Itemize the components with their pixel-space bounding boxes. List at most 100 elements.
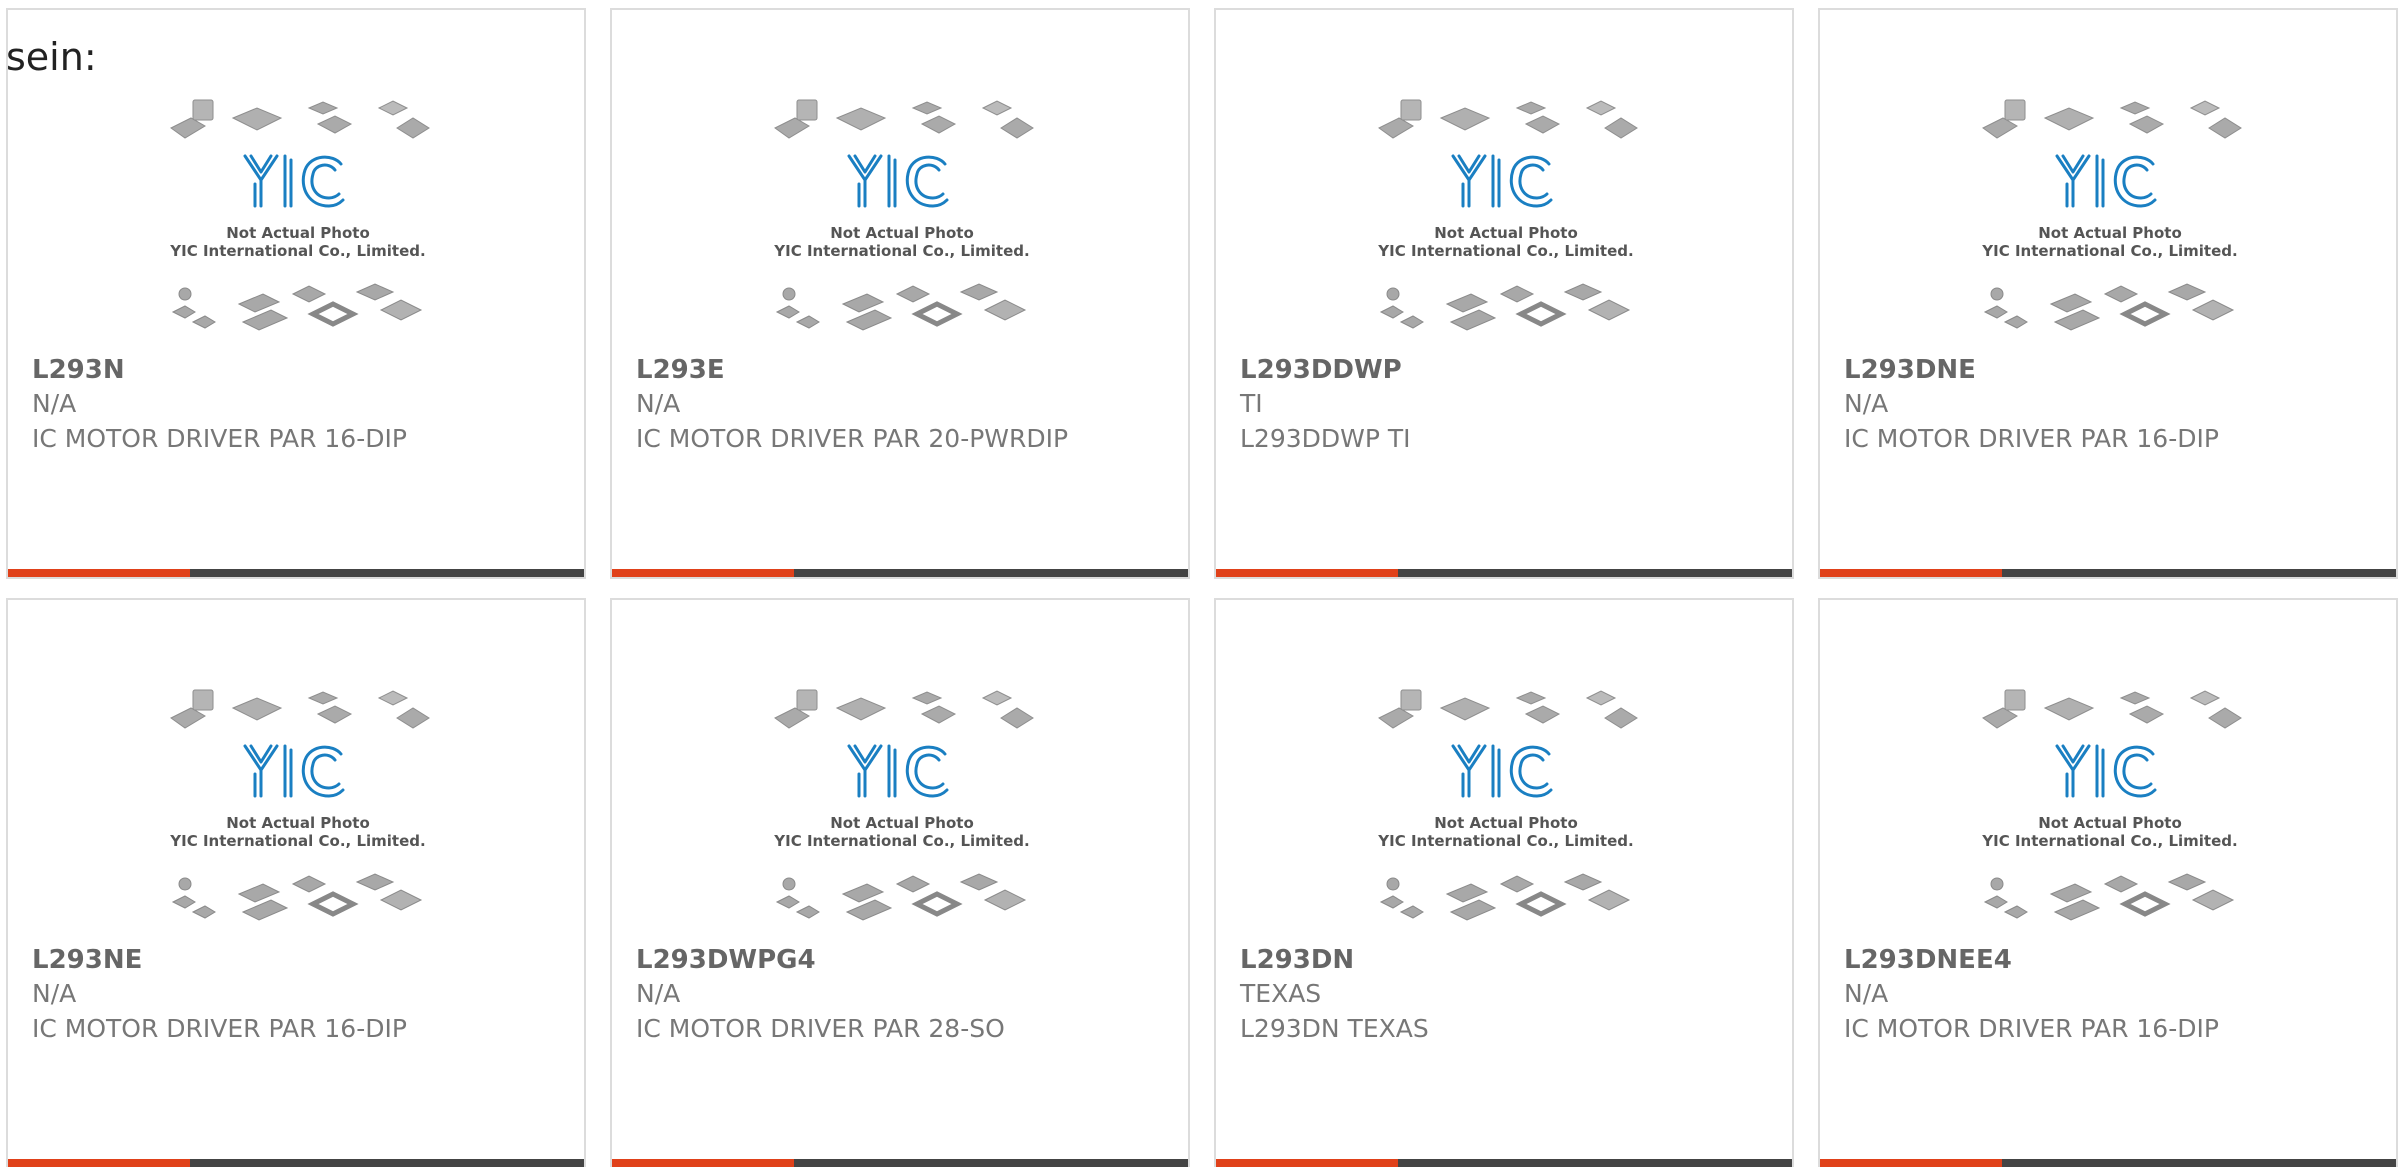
- product-card[interactable]: Not Actual Photo YIC International Co., …: [6, 598, 586, 1167]
- part-number[interactable]: L293E: [636, 354, 725, 388]
- chip-icon: [920, 115, 957, 134]
- placeholder-image: Not Actual Photo YIC International Co., …: [1377, 689, 1638, 921]
- product-card[interactable]: Not Actual Photo YIC International Co., …: [1818, 598, 2398, 1167]
- product-description: IC MOTOR DRIVER PAR 20-PWRDIP: [636, 424, 1069, 453]
- chip-icon: [1515, 101, 1547, 115]
- chip-icon: [1449, 899, 1497, 921]
- chip-icon: [2053, 899, 2101, 921]
- part-number[interactable]: L293N: [32, 354, 125, 388]
- product-image[interactable]: Not Actual Photo YIC International Co., …: [1371, 98, 1641, 348]
- chip-icon: [307, 691, 339, 705]
- product-image[interactable]: Not Actual Photo YIC International Co., …: [767, 98, 1037, 348]
- chip-icon: [1515, 301, 1567, 327]
- part-number[interactable]: L293DN: [1240, 944, 1354, 978]
- chip-icon: [1982, 117, 2018, 139]
- chip-icon: [911, 691, 943, 705]
- part-number[interactable]: L293DNEE4: [1844, 944, 2012, 978]
- chip-icon: [1563, 283, 1603, 301]
- chip-icon: [2189, 690, 2221, 706]
- chip-icon: [1000, 707, 1034, 729]
- card-accent-bar: [1216, 1159, 1792, 1167]
- product-image[interactable]: Not Actual Photo YIC International Co., …: [1371, 688, 1641, 938]
- yic-logo: [847, 154, 949, 208]
- product-card[interactable]: Not Actual Photo YIC International Co., …: [1214, 8, 1794, 579]
- part-number[interactable]: L293DWPG4: [636, 944, 816, 978]
- chip-icon: [841, 293, 885, 313]
- placeholder-line1: Not Actual Photo: [2038, 224, 2182, 242]
- yic-logo: [1451, 744, 1553, 798]
- part-number[interactable]: L293NE: [32, 944, 142, 978]
- chip-icon: [1439, 107, 1491, 131]
- product-card[interactable]: Not Actual Photo YIC International Co., …: [1214, 598, 1794, 1167]
- chip-icon: [2119, 891, 2171, 917]
- card-accent-highlight: [1820, 569, 2002, 577]
- chip-icon: [291, 875, 327, 893]
- product-card[interactable]: Not Actual Photo YIC International Co., …: [610, 8, 1190, 579]
- chip-icon: [841, 883, 885, 903]
- manufacturer: N/A: [32, 979, 77, 1008]
- placeholder-line1: Not Actual Photo: [1434, 224, 1578, 242]
- placeholder-line1: Not Actual Photo: [226, 224, 370, 242]
- chip-icon: [1604, 117, 1638, 139]
- chip-icon: [2208, 707, 2242, 729]
- chip-icon: [171, 305, 196, 319]
- chip-icon: [1378, 117, 1414, 139]
- chip-icon: [983, 889, 1027, 911]
- chip-icon: [396, 117, 430, 139]
- card-accent-bar: [612, 1159, 1188, 1167]
- product-image[interactable]: Not Actual Photo YIC International Co., …: [1975, 98, 2245, 348]
- placeholder-line2: YIC International Co., Limited.: [169, 832, 425, 850]
- product-image[interactable]: Not Actual Photo YIC International Co., …: [163, 98, 433, 348]
- chip-icon: [774, 707, 810, 729]
- chip-icon: [1445, 293, 1489, 313]
- placeholder-image: Not Actual Photo YIC International Co., …: [169, 689, 430, 921]
- product-image[interactable]: Not Actual Photo YIC International Co., …: [163, 688, 433, 938]
- chip-icon: [1449, 309, 1497, 331]
- chip-icon: [291, 285, 327, 303]
- part-number[interactable]: L293DDWP: [1240, 354, 1402, 388]
- product-card[interactable]: Not Actual Photo YIC International Co., …: [6, 8, 586, 579]
- card-accent-bar: [1820, 569, 2396, 577]
- card-accent-highlight: [8, 1159, 190, 1167]
- product-image[interactable]: Not Actual Photo YIC International Co., …: [767, 688, 1037, 938]
- placeholder-line2: YIC International Co., Limited.: [1981, 832, 2237, 850]
- card-accent-highlight: [612, 1159, 794, 1167]
- chip-icon: [845, 899, 893, 921]
- product-card[interactable]: Not Actual Photo YIC International Co., …: [610, 598, 1190, 1167]
- chip-icon: [1445, 883, 1489, 903]
- chip-icon: [911, 101, 943, 115]
- chip-icon: [2128, 115, 2165, 134]
- chip-icon: [231, 107, 283, 131]
- card-accent-highlight: [1216, 569, 1398, 577]
- chip-icon: [2103, 875, 2139, 893]
- chip-icon: [1585, 690, 1617, 706]
- manufacturer: TEXAS: [1240, 979, 1322, 1008]
- placeholder-image: Not Actual Photo YIC International Co., …: [773, 689, 1034, 921]
- chip-icon: [1386, 877, 1400, 891]
- chip-icon: [241, 899, 289, 921]
- yic-logo: [1451, 154, 1553, 208]
- product-card[interactable]: Not Actual Photo YIC International Co., …: [1818, 8, 2398, 579]
- chip-icon: [231, 697, 283, 721]
- yic-logo: [847, 744, 949, 798]
- chip-icon: [1400, 99, 1422, 121]
- card-accent-bar: [1820, 1159, 2396, 1167]
- part-number[interactable]: L293DNE: [1844, 354, 1976, 388]
- chip-icon: [845, 309, 893, 331]
- chip-icon: [2208, 117, 2242, 139]
- chip-icon: [171, 895, 196, 909]
- chip-icon: [377, 100, 409, 116]
- chip-icon: [1499, 285, 1535, 303]
- chip-icon: [1379, 895, 1404, 909]
- chip-icon: [1587, 889, 1631, 911]
- placeholder-line2: YIC International Co., Limited.: [773, 832, 1029, 850]
- chip-icon: [237, 293, 281, 313]
- chip-icon: [1524, 115, 1561, 134]
- product-image[interactable]: Not Actual Photo YIC International Co., …: [1975, 688, 2245, 938]
- chip-icon: [377, 690, 409, 706]
- chip-icon: [2103, 285, 2139, 303]
- chip-icon: [2003, 315, 2028, 329]
- chip-icon: [2049, 293, 2093, 313]
- chip-icon: [895, 875, 931, 893]
- product-description: IC MOTOR DRIVER PAR 16-DIP: [32, 1014, 407, 1043]
